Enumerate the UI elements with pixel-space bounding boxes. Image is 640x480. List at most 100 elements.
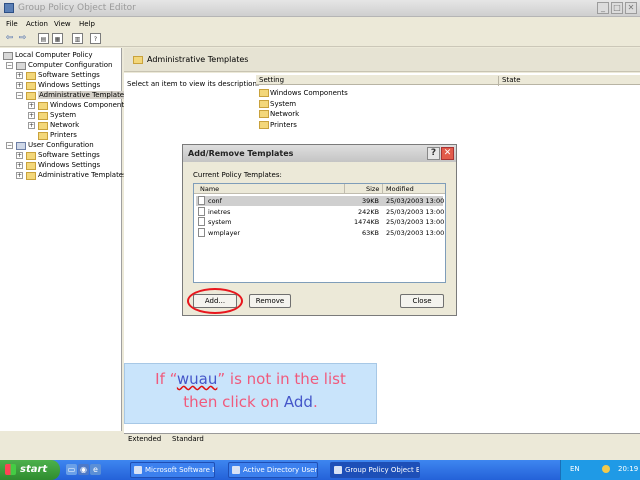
table-row[interactable]: system 1474KB 25/03/2003 13:00 — [196, 217, 444, 227]
maximize-button[interactable]: □ — [611, 2, 623, 14]
note-line-2: then click on Add. — [183, 393, 318, 411]
explorer-icon[interactable]: ◉ — [78, 464, 89, 475]
folder-icon — [259, 89, 269, 97]
menu-help[interactable]: Help — [79, 20, 95, 28]
window-icon — [334, 466, 342, 474]
instruction-note: If “wuau” is not in the list then click … — [124, 363, 377, 424]
templates-list-header: Name Size Modified — [194, 184, 445, 194]
column-separator — [382, 184, 383, 194]
expand-icon[interactable]: + — [16, 162, 23, 169]
close-icon[interactable]: ✕ — [441, 147, 454, 160]
help-icon[interactable]: ? — [427, 147, 440, 160]
collapse-icon[interactable]: − — [16, 92, 23, 99]
menu-bar: File Action View Help — [0, 17, 640, 31]
document-icon — [198, 217, 205, 226]
column-name[interactable]: Name — [200, 185, 219, 193]
folder-icon — [38, 102, 48, 110]
folder-icon — [26, 152, 36, 160]
expand-icon[interactable]: + — [28, 112, 35, 119]
folder-icon — [38, 122, 48, 130]
tree-pane: Local Computer Policy − Computer Configu… — [0, 48, 129, 431]
collapse-icon[interactable]: − — [6, 62, 13, 69]
user-icon — [16, 142, 26, 150]
back-arrow-icon[interactable]: ⇦ — [4, 33, 15, 44]
folder-icon — [26, 162, 36, 170]
network-icon[interactable] — [602, 465, 610, 473]
toolbar: ⇦ ⇨ ▤ ▦ ▥ ? — [0, 31, 640, 47]
document-icon — [198, 228, 205, 237]
folder-icon — [259, 110, 269, 118]
expand-icon[interactable]: + — [16, 152, 23, 159]
forward-arrow-icon[interactable]: ⇨ — [17, 33, 28, 44]
right-pane-header: Administrative Templates — [124, 48, 640, 72]
expand-icon[interactable]: + — [28, 122, 35, 129]
clock: 20:19 — [618, 465, 639, 473]
column-modified[interactable]: Modified — [386, 185, 414, 193]
minimize-button[interactable]: _ — [597, 2, 609, 14]
note-keyword-add: Add — [283, 393, 313, 411]
taskbar: start ▭ ◉ e Microsoft Software Li... Act… — [0, 460, 640, 480]
folder-icon — [38, 132, 48, 140]
document-icon — [198, 207, 205, 216]
note-line-1: If “wuau” is not in the list — [155, 370, 346, 388]
task-group-policy[interactable]: Group Policy Object E... — [330, 462, 420, 478]
current-templates-label: Current Policy Templates: — [193, 171, 282, 179]
table-row[interactable]: wmplayer 63KB 25/03/2003 13:00 — [196, 228, 444, 238]
remove-button[interactable]: Remove — [249, 294, 291, 308]
column-setting[interactable]: Setting — [259, 76, 284, 84]
window-icon — [134, 466, 142, 474]
language-indicator[interactable]: EN — [570, 465, 580, 473]
up-folder-icon[interactable]: ▤ — [38, 33, 49, 44]
close-window-button[interactable]: ✕ — [625, 2, 637, 14]
menu-view[interactable]: View — [54, 20, 71, 28]
folder-icon — [38, 112, 48, 120]
expand-icon[interactable]: + — [16, 82, 23, 89]
folder-icon — [26, 82, 36, 90]
close-button[interactable]: Close — [400, 294, 444, 308]
expand-icon[interactable]: + — [28, 102, 35, 109]
highlight-circle — [187, 288, 243, 314]
task-active-directory[interactable]: Active Directory User... — [228, 462, 318, 478]
computer-icon — [16, 62, 26, 70]
title-bar: Group Policy Object Editor _ □ ✕ — [0, 0, 640, 17]
task-microsoft-software[interactable]: Microsoft Software Li... — [130, 462, 215, 478]
help-icon[interactable]: ? — [90, 33, 101, 44]
desktop-icon[interactable]: ▭ — [66, 464, 77, 475]
note-keyword-wuau: wuau — [176, 370, 218, 388]
menu-action[interactable]: Action — [26, 20, 48, 28]
system-tray: EN 20:19 — [560, 460, 640, 480]
collapse-icon[interactable]: − — [6, 142, 13, 149]
computer-icon — [3, 52, 13, 60]
folder-icon — [26, 172, 36, 180]
table-row[interactable]: conf 39KB 25/03/2003 13:00 — [196, 196, 444, 206]
description-text: Select an item to view its description. — [127, 80, 260, 88]
document-icon — [198, 196, 205, 205]
list-header: Setting State — [256, 75, 640, 86]
templates-list[interactable]: Name Size Modified conf 39KB 25/03/2003 … — [193, 183, 446, 283]
show-hide-tree-icon[interactable]: ▦ — [52, 33, 63, 44]
app-icon — [4, 3, 14, 13]
expand-icon[interactable]: + — [16, 172, 23, 179]
menu-file[interactable]: File — [6, 20, 18, 28]
start-button[interactable]: start — [0, 460, 60, 480]
table-row[interactable]: inetres 242KB 25/03/2003 13:00 — [196, 207, 444, 217]
window-title: Group Policy Object Editor — [18, 3, 136, 13]
column-separator — [344, 184, 345, 194]
folder-icon — [259, 100, 269, 108]
window-icon — [232, 466, 240, 474]
folder-icon — [259, 121, 269, 129]
column-state[interactable]: State — [498, 76, 521, 86]
expand-icon[interactable]: + — [16, 72, 23, 79]
browser-icon[interactable]: e — [90, 464, 101, 475]
tab-standard[interactable]: Standard — [172, 435, 204, 443]
folder-icon — [133, 56, 143, 64]
column-size[interactable]: Size — [366, 185, 379, 193]
dialog-title: Add/Remove Templates — [188, 149, 294, 158]
tab-extended[interactable]: Extended — [128, 435, 161, 443]
windows-flag-icon — [5, 464, 16, 475]
properties-icon[interactable]: ▥ — [72, 33, 83, 44]
view-tabs: Extended Standard — [124, 433, 640, 445]
add-remove-templates-dialog: Add/Remove Templates ? ✕ Current Policy … — [182, 144, 457, 316]
folder-icon — [26, 72, 36, 80]
dialog-title-bar: Add/Remove Templates ? ✕ — [183, 145, 456, 162]
